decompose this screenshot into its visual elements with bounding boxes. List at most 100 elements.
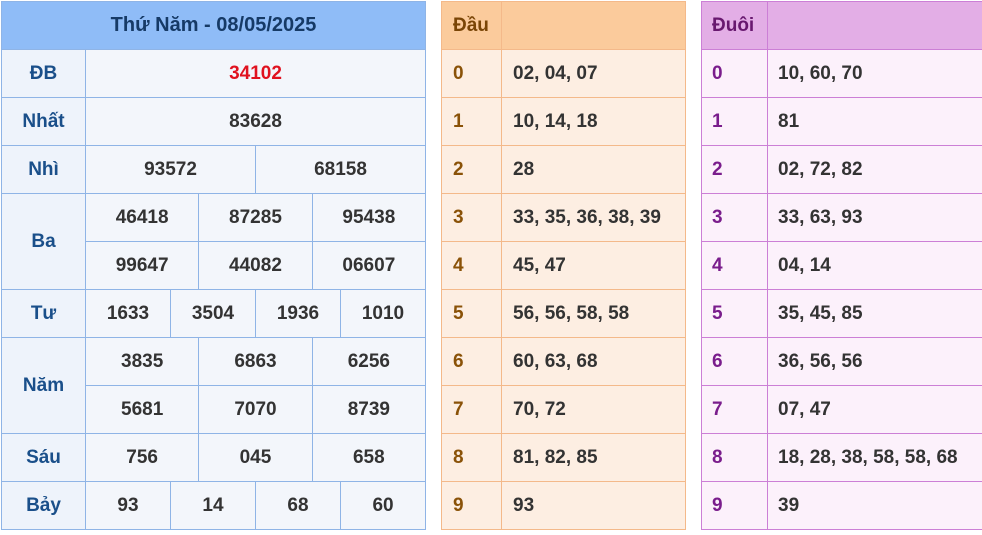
duoi-header-blank [767,1,982,50]
prize-label-tu: Tư [1,289,86,338]
duoi-table: Đuôi 0 10, 60, 70 1 81 2 02, 72, 82 3 33, 63… [701,1,982,530]
prize-value-tu: 1633 [85,289,171,338]
prize-label-sau: Sáu [1,433,86,482]
dau-value: 93 [501,481,686,530]
prize-value-bay: 68 [254,481,341,530]
prize-value-ba: 95438 [311,193,427,242]
duoi-row: 1 81 [701,97,982,146]
duoi-value: 02, 72, 82 [767,145,982,194]
dau-row: 0 02, 04, 07 [441,49,686,98]
prize-value-nhi: 68158 [254,145,427,194]
duoi-key: 6 [701,337,768,386]
dau-table: Đầu 0 02, 04, 07 1 10, 14, 18 2 28 3 33, 35,… [441,1,686,530]
results-table: Thứ Năm - 08/05/2025 ĐB 34102 Nhất 83628… [0,1,427,530]
prize-label-nam: Năm [1,337,86,434]
prize-label-nhi: Nhì [1,145,86,194]
prize-row-nhi: Nhì 93572 68158 [1,145,427,194]
prize-row-bay: Bảy 93 14 68 60 [1,481,427,530]
duoi-key: 0 [701,49,768,98]
dau-key: 7 [441,385,502,434]
duoi-key: 7 [701,385,768,434]
dau-value: 81, 82, 85 [501,433,686,482]
duoi-row: 9 39 [701,481,982,530]
prize-value-nam: 3835 [84,337,200,386]
dau-key: 8 [441,433,502,482]
prize-row-nhat: Nhất 83628 [1,97,427,146]
dau-row: 1 10, 14, 18 [441,97,686,146]
duoi-value: 33, 63, 93 [767,193,982,242]
prize-value-tu: 1010 [339,289,427,338]
prize-label-bay: Bảy [1,481,86,530]
dau-value: 70, 72 [501,385,686,434]
dau-row: 6 60, 63, 68 [441,337,686,386]
duoi-value: 36, 56, 56 [767,337,982,386]
results-header: Thứ Năm - 08/05/2025 [0,1,427,50]
duoi-key: 5 [701,289,768,338]
prize-value-ba: 46418 [84,193,200,242]
prize-row-tu: Tư 1633 3504 1936 1010 [1,289,427,338]
dau-value: 10, 14, 18 [501,97,686,146]
dau-row: 7 70, 72 [441,385,686,434]
dau-key: 2 [441,145,502,194]
duoi-row: 3 33, 63, 93 [701,193,982,242]
dau-key: 4 [441,241,502,290]
dau-row: 9 93 [441,481,686,530]
dau-key: 1 [441,97,502,146]
prize-row-ba: Ba 46418 87285 95438 [1,193,427,290]
duoi-key: 8 [701,433,768,482]
duoi-header: Đuôi [701,1,768,50]
duoi-row: 4 04, 14 [701,241,982,290]
prize-value-db: 34102 [84,49,427,98]
dau-row: 5 56, 56, 58, 58 [441,289,686,338]
prize-value-ba: 44082 [198,241,313,290]
dau-row: 3 33, 35, 36, 38, 39 [441,193,686,242]
prize-row-sau: Sáu 756 045 658 [1,433,427,482]
results-header-row: Thứ Năm - 08/05/2025 [0,1,427,50]
duoi-key: 2 [701,145,768,194]
dau-row: 8 81, 82, 85 [441,433,686,482]
prize-value-nam: 7070 [198,385,313,434]
dau-value: 02, 04, 07 [501,49,686,98]
duoi-value: 04, 14 [767,241,982,290]
dau-value: 45, 47 [501,241,686,290]
duoi-value: 07, 47 [767,385,982,434]
duoi-row: 6 36, 56, 56 [701,337,982,386]
prize-value-sau: 658 [311,433,427,482]
prize-label-nhat: Nhất [1,97,86,146]
duoi-key: 4 [701,241,768,290]
dau-value: 28 [501,145,686,194]
prize-value-tu: 1936 [254,289,341,338]
duoi-row: 5 35, 45, 85 [701,289,982,338]
prize-value-ba: 06607 [311,241,427,290]
dau-header-blank [501,1,686,50]
duoi-key: 9 [701,481,768,530]
prize-value-ba: 87285 [198,193,313,242]
duoi-value: 10, 60, 70 [767,49,982,98]
dau-key: 5 [441,289,502,338]
duoi-row: 2 02, 72, 82 [701,145,982,194]
prize-value-bay: 93 [85,481,171,530]
prize-value-sau: 756 [84,433,200,482]
prize-row-nam: Năm 3835 6863 6256 [1,337,427,434]
dau-value: 33, 35, 36, 38, 39 [501,193,686,242]
prize-value-nhi: 93572 [85,145,256,194]
duoi-value: 18, 28, 38, 58, 58, 68 [767,433,982,482]
prize-value-sau: 045 [198,433,313,482]
dau-header-row: Đầu [441,1,686,50]
duoi-value: 81 [767,97,982,146]
prize-value-bay: 14 [169,481,256,530]
dau-row: 2 28 [441,145,686,194]
prize-value-bay: 60 [339,481,427,530]
duoi-key: 1 [701,97,768,146]
dau-key: 3 [441,193,502,242]
duoi-row: 8 18, 28, 38, 58, 58, 68 [701,433,982,482]
dau-key: 0 [441,49,502,98]
duoi-row: 7 07, 47 [701,385,982,434]
prize-row-db: ĐB 34102 [1,49,427,98]
dau-row: 4 45, 47 [441,241,686,290]
prize-value-ba: 99647 [84,241,200,290]
duoi-value: 39 [767,481,982,530]
duoi-row: 0 10, 60, 70 [701,49,982,98]
dau-value: 56, 56, 58, 58 [501,289,686,338]
prize-value-nam: 8739 [311,385,427,434]
